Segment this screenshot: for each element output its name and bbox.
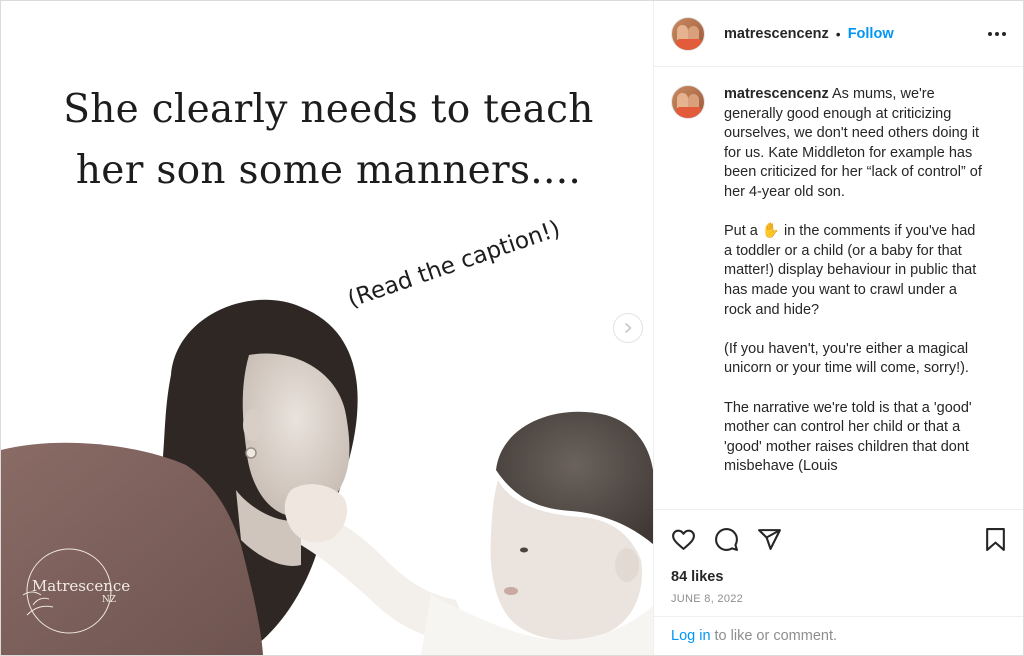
post-photo <box>1 299 653 655</box>
comment-icon <box>715 527 738 551</box>
post-headline: She clearly needs to teach her son some … <box>63 87 594 193</box>
login-link[interactable]: Log in <box>671 628 711 644</box>
login-footer: Log in to like or comment. <box>654 616 1023 655</box>
follow-button[interactable]: Follow <box>848 26 894 42</box>
save-button[interactable] <box>984 527 1007 552</box>
post-header: matrescencenz • Follow <box>654 1 1023 67</box>
carousel-dot[interactable] <box>301 629 307 635</box>
action-bar <box>654 510 1023 568</box>
share-icon <box>758 528 781 550</box>
caption-section: matrescencenz As mums, we're generally g… <box>654 67 1023 510</box>
next-slide-button[interactable] <box>613 313 643 343</box>
login-suffix: to like or comment. <box>714 628 838 644</box>
post-date[interactable]: JUNE 8, 2022 <box>654 593 1023 605</box>
caption-body: As mums, we're generally good enough at … <box>724 86 982 475</box>
instagram-post-window: She clearly needs to teach her son some … <box>0 0 1024 656</box>
like-button[interactable] <box>671 527 696 552</box>
likes-count[interactable]: 84 likes <box>654 569 1023 585</box>
avatar[interactable] <box>671 16 705 51</box>
heart-icon <box>672 529 695 550</box>
caption-username[interactable]: matrescencenz <box>724 86 829 102</box>
post-sidebar: matrescencenz • Follow matrescencenz As … <box>654 1 1023 655</box>
more-icon <box>988 31 1006 36</box>
carousel-dot[interactable] <box>323 629 329 635</box>
avatar[interactable] <box>671 85 705 119</box>
more-options-button[interactable] <box>987 31 1007 37</box>
carousel-indicator <box>301 629 351 635</box>
comment-button[interactable] <box>714 527 739 552</box>
carousel-dot[interactable] <box>312 629 318 635</box>
bookmark-icon <box>986 527 1005 551</box>
header-separator: • <box>835 25 841 42</box>
header-username[interactable]: matrescencenz <box>724 26 829 42</box>
caption-text: matrescencenz As mums, we're generally g… <box>724 85 986 477</box>
carousel-dot[interactable] <box>345 629 351 635</box>
post-media[interactable]: She clearly needs to teach her son some … <box>1 1 654 655</box>
chevron-right-icon <box>625 323 632 333</box>
share-button[interactable] <box>757 527 782 552</box>
carousel-dot[interactable] <box>334 629 340 635</box>
